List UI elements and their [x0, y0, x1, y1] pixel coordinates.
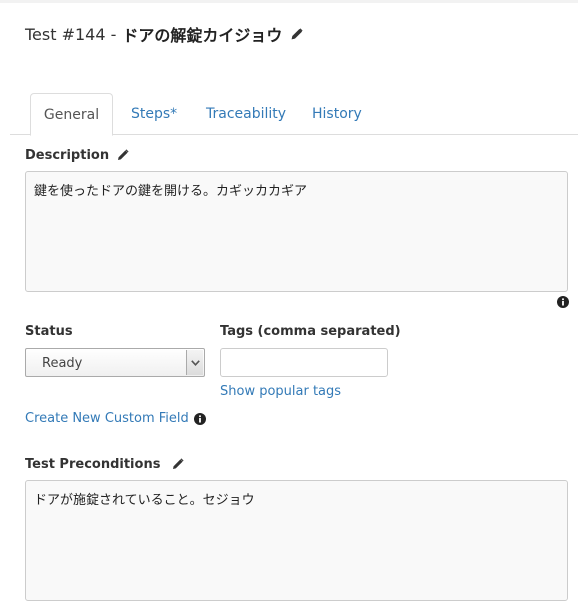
test-name: ドアの解錠カイジョウ: [122, 26, 283, 45]
status-selected-value: Ready: [42, 356, 83, 371]
tab-history[interactable]: History: [312, 93, 362, 135]
dropdown-arrow[interactable]: [186, 350, 203, 375]
pencil-icon[interactable]: [117, 149, 129, 161]
description-label-text: Description: [25, 147, 110, 163]
show-popular-tags-link[interactable]: Show popular tags: [220, 384, 341, 399]
page-title: Test #144 - ドアの解錠カイジョウ: [25, 22, 304, 46]
test-id: Test #144 -: [25, 24, 117, 44]
top-band: [0, 0, 578, 3]
tab-general[interactable]: General: [30, 93, 113, 136]
status-label: Status: [25, 324, 73, 339]
description-label: Description: [25, 146, 129, 164]
chevron-down-icon: [190, 359, 200, 366]
info-circle-icon[interactable]: [193, 412, 206, 425]
status-select[interactable]: Ready: [25, 348, 205, 377]
pencil-icon[interactable]: [172, 458, 185, 470]
description-field[interactable]: 鍵を使ったドアの鍵を開ける。カギッカカギア: [25, 171, 568, 292]
tab-traceability[interactable]: Traceability: [206, 93, 286, 135]
preconditions-label: Test Preconditions: [25, 455, 185, 473]
tags-label: Tags (comma separated): [220, 324, 401, 339]
tab-bar: General Steps* Traceability History: [10, 93, 578, 136]
info-circle-icon[interactable]: [557, 296, 569, 308]
pencil-icon[interactable]: [291, 28, 304, 40]
tags-input[interactable]: [220, 348, 388, 377]
create-custom-field-text: Create New Custom Field: [25, 411, 189, 426]
create-custom-field-link[interactable]: Create New Custom Field: [25, 411, 206, 426]
preconditions-label-text: Test Preconditions: [25, 456, 161, 472]
tab-steps[interactable]: Steps*: [131, 93, 177, 135]
preconditions-field[interactable]: ドアが施錠されていること。セジョウ: [25, 480, 568, 601]
